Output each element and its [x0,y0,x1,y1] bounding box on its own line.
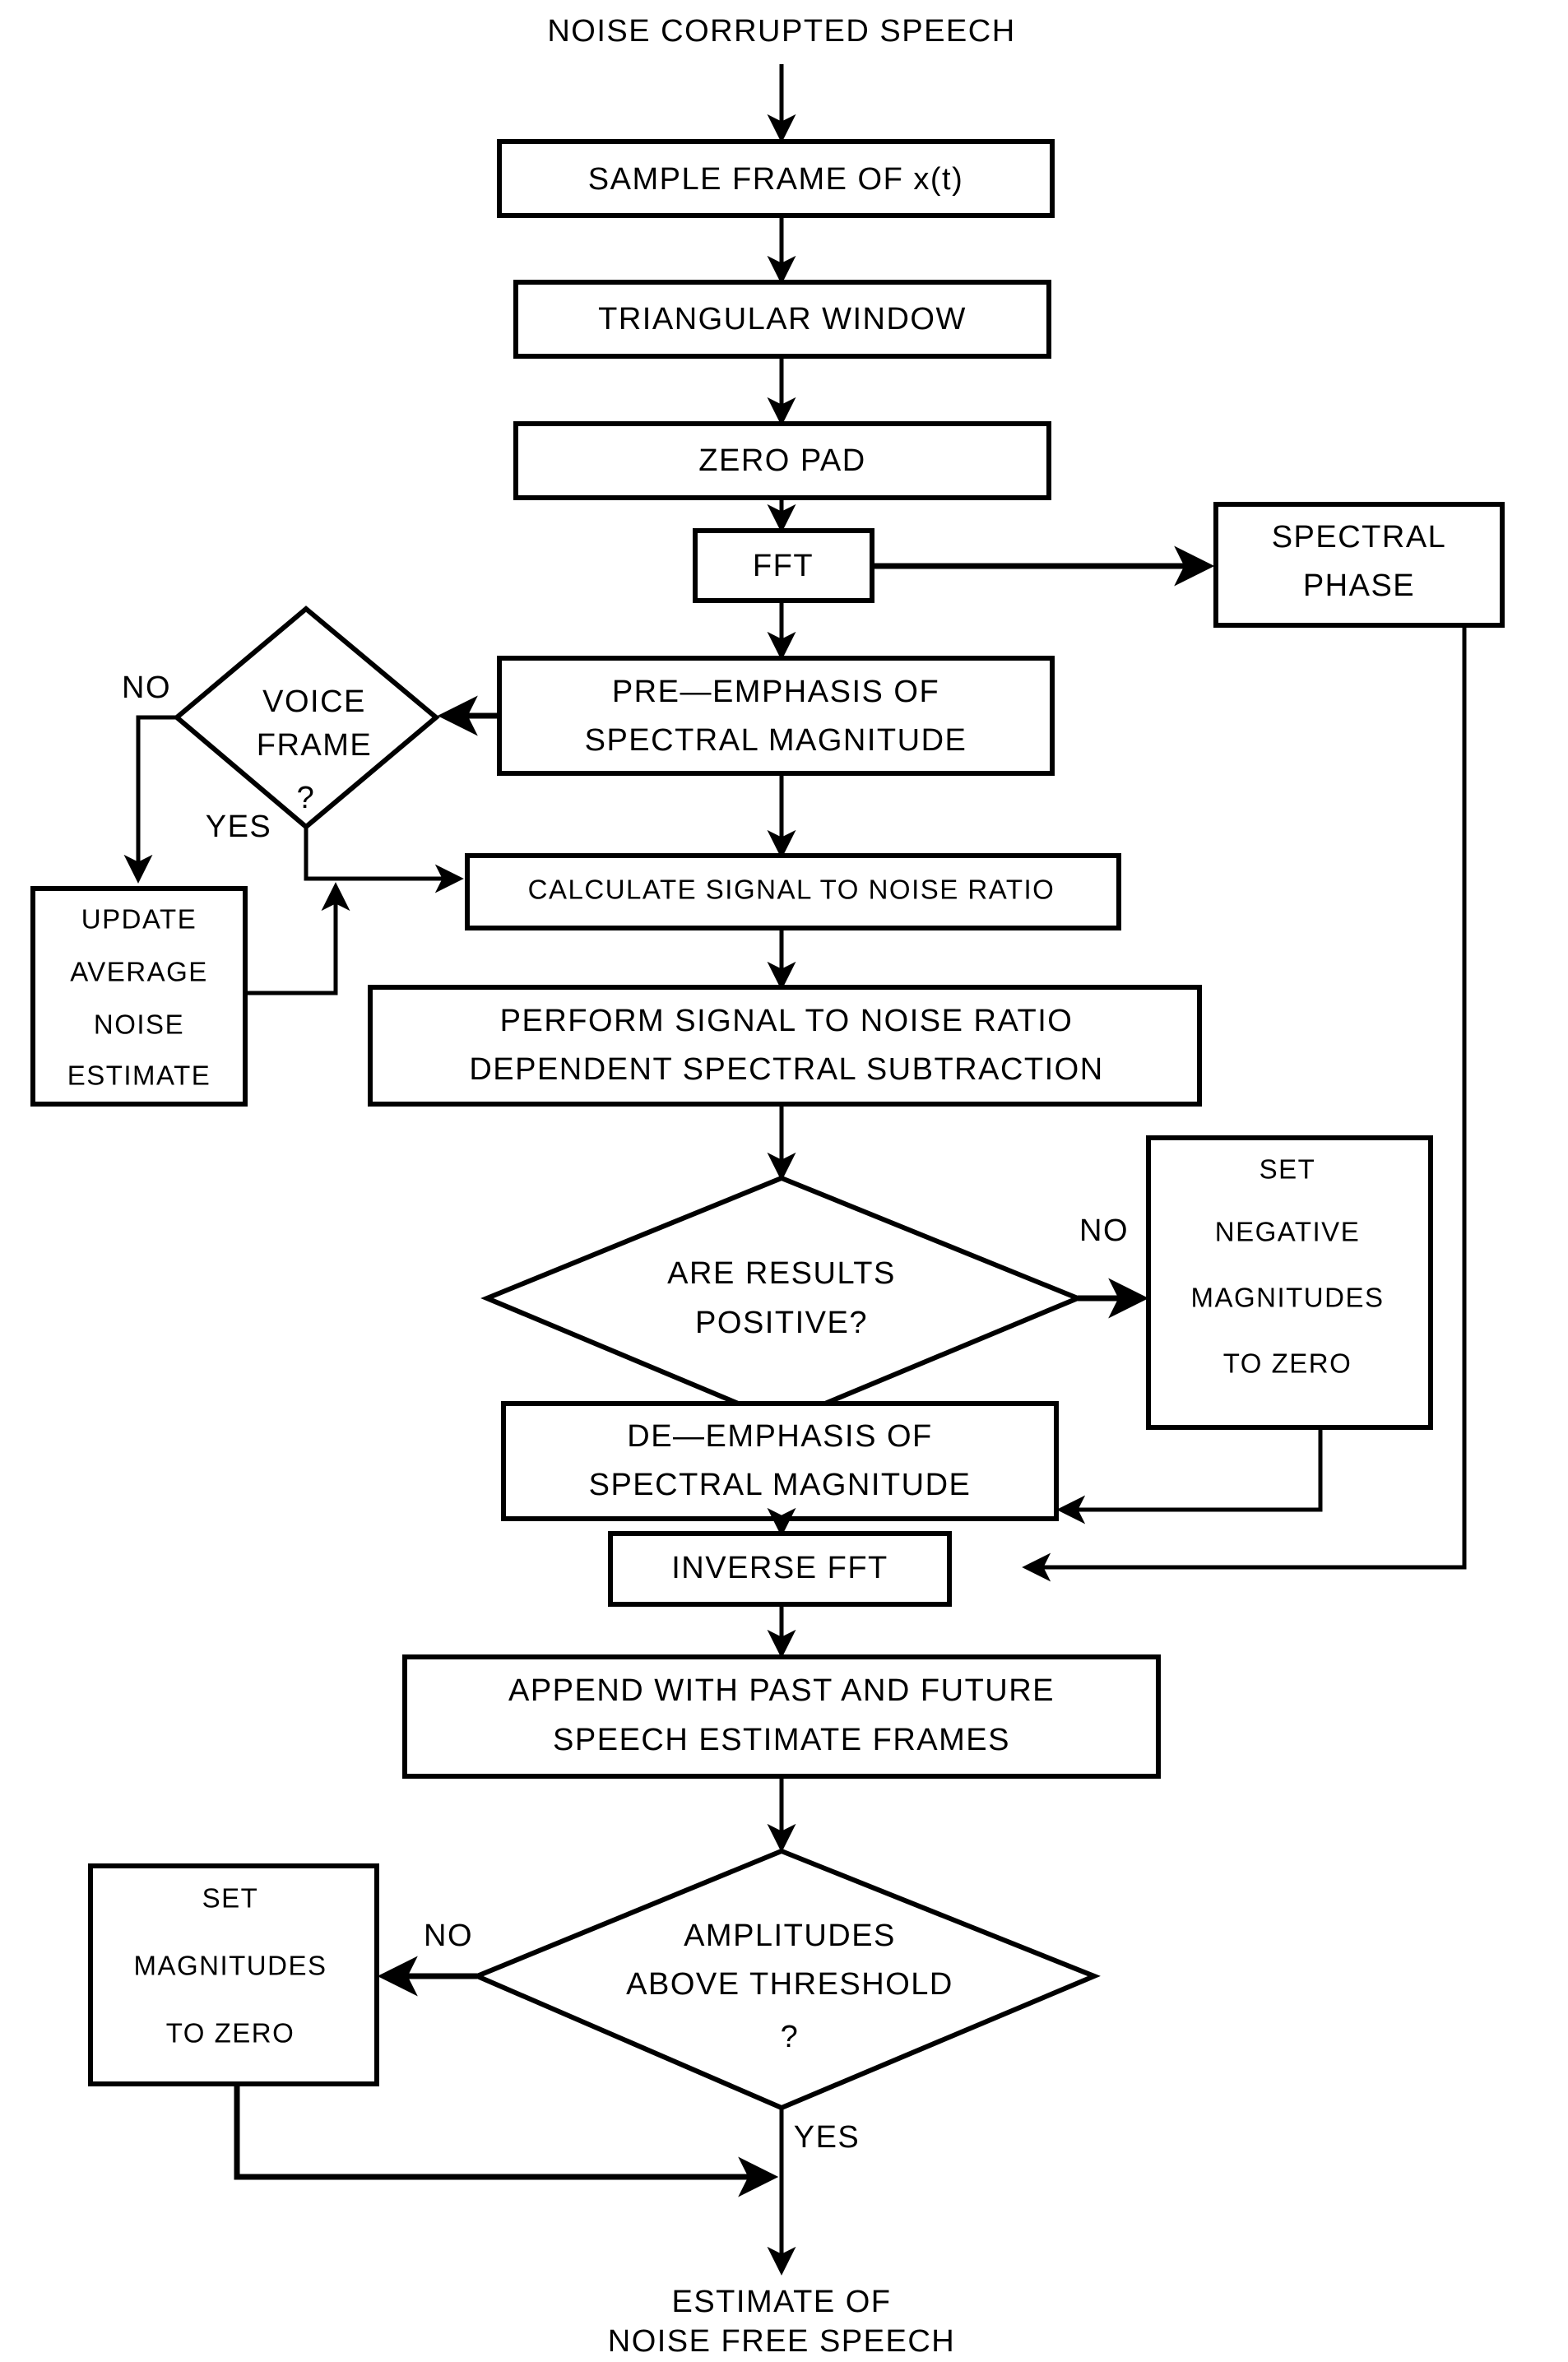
node-update-noise-label-line3: NOISE [94,1009,184,1040]
node-set-negative-label-line3: MAGNITUDES [1190,1283,1384,1313]
edge-set-magnitudes-to-output [234,2084,779,2197]
node-pre-emphasis-label-line1: PRE—EMPHASIS OF [612,675,939,709]
node-voice-frame-label-line3: ? [297,781,316,815]
node-calculate-snr-label: CALCULATE SIGNAL TO NOISE RATIO [528,875,1055,905]
node-perform-subtraction-label-line2: DEPENDENT SPECTRAL SUBTRACTION [469,1052,1103,1087]
node-inverse-fft-label: INVERSE FFT [671,1551,888,1585]
node-de-emphasis-label-line1: DE—EMPHASIS OF [627,1419,933,1454]
flowchart-canvas: NOISE CORRUPTED SPEECH SAMPLE FRAME OF x… [0,0,1568,2362]
node-set-negative-label-line1: SET [1260,1154,1316,1185]
edge-label-voice-frame-no: NO [122,671,171,705]
node-de-emphasis-label-line2: SPECTRAL MAGNITUDE [589,1468,972,1502]
end-terminal-label-line2: NOISE FREE SPEECH [608,2324,955,2359]
node-set-magnitudes-label-line2: MAGNITUDES [133,1951,327,1981]
node-are-results-positive-decision [480,1175,1084,1425]
node-voice-frame-label-line1: VOICE [262,684,366,719]
node-sample-frame-label: SAMPLE FRAME OF x(t) [588,162,963,197]
node-zero-pad-label: ZERO PAD [698,443,865,478]
node-perform-subtraction-label-line1: PERFORM SIGNAL TO NOISE RATIO [500,1004,1074,1038]
node-set-negative-label-line2: NEGATIVE [1215,1217,1360,1247]
node-update-noise-label-line1: UPDATE [81,904,197,935]
node-amplitudes-threshold-label-line1: AMPLITUDES [684,1919,896,1953]
node-append-frames-label-line2: SPEECH ESTIMATE FRAMES [553,1723,1010,1757]
edge-label-results-no: NO [1079,1213,1129,1248]
node-are-results-positive-label-line1: ARE RESULTS [667,1256,896,1291]
node-fft-label: FFT [753,549,814,583]
edge-voice-frame-yes-to-calculate-snr [304,827,464,893]
node-set-negative-label-line4: TO ZERO [1223,1348,1352,1379]
edge-label-amplitudes-yes: YES [794,2120,861,2155]
node-amplitudes-threshold-label-line3: ? [781,2020,800,2054]
node-update-noise-label-line4: ESTIMATE [67,1060,211,1091]
edge-label-amplitudes-no: NO [424,1919,473,1953]
edge-voice-frame-no-to-update [123,715,177,884]
node-append-frames-label-line1: APPEND WITH PAST AND FUTURE [508,1673,1055,1708]
node-voice-frame-label-line2: FRAME [257,728,373,763]
node-pre-emphasis-label-line2: SPECTRAL MAGNITUDE [585,723,967,758]
node-set-magnitudes-label-line1: SET [202,1883,259,1914]
node-spectral-phase-label-line1: SPECTRAL [1272,520,1447,555]
node-triangular-window-label: TRIANGULAR WINDOW [598,302,967,336]
edge-label-voice-frame-yes: YES [206,810,272,844]
node-spectral-phase-label-line2: PHASE [1303,568,1415,603]
start-terminal-label: NOISE CORRUPTED SPEECH [547,14,1015,49]
node-amplitudes-threshold-label-line2: ABOVE THRESHOLD [626,1967,953,2002]
node-are-results-positive-label-line2: POSITIVE? [695,1306,868,1340]
edge-update-noise-feedback [245,882,350,995]
node-update-noise-label-line2: AVERAGE [70,957,208,987]
edge-set-negative-to-de-emphasis [1056,1427,1323,1524]
end-terminal-label-line1: ESTIMATE OF [671,2285,891,2319]
flowchart-svg: NOISE CORRUPTED SPEECH SAMPLE FRAME OF x… [30,14,1505,2359]
node-set-magnitudes-label-line3: TO ZERO [166,2018,295,2049]
